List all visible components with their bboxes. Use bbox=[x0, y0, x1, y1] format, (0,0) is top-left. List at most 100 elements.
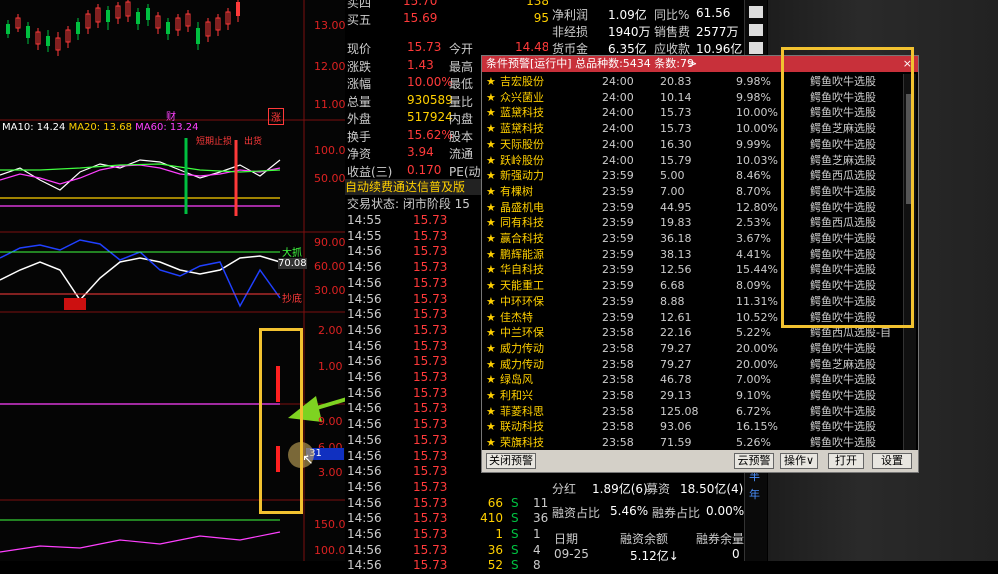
finance-row: 净利润 1.09亿 同比% 61.56 bbox=[548, 6, 744, 22]
alert-price: 12.61 bbox=[660, 310, 692, 324]
alert-stock-name: 威力传动 bbox=[500, 341, 544, 355]
alert-time: 23:59 bbox=[602, 232, 634, 245]
alert-time: 23:59 bbox=[602, 279, 634, 293]
quote-stat-row: 现价 15.73 今开 14.48 bbox=[345, 40, 555, 56]
tick-price: 15.73 bbox=[413, 432, 448, 447]
stat-label-2: 最高 bbox=[449, 59, 474, 74]
order-label: 买四 bbox=[347, 0, 372, 10]
tick-price: 15.73 bbox=[413, 275, 448, 290]
alert-change: 8.46% bbox=[736, 169, 771, 183]
alert-change: 9.98% bbox=[736, 90, 771, 104]
tick-row: 14:56 15.73 410 S 36 bbox=[345, 511, 555, 527]
alert-stock-name: 中环环保 bbox=[500, 294, 544, 308]
margin-table-row: 09-25 5.12亿↓ 0 bbox=[554, 547, 744, 563]
tick-count: 36 bbox=[533, 511, 549, 526]
tick-time: 14:56 bbox=[347, 260, 382, 275]
finance-value: 1.89亿(6) bbox=[592, 482, 648, 496]
toolbar-icon[interactable] bbox=[749, 42, 763, 54]
side-label-year[interactable]: 年 bbox=[749, 486, 760, 502]
finance-value: 1.09亿 bbox=[608, 8, 647, 22]
alert-stock-name: 菲菱科思 bbox=[500, 404, 544, 418]
star-icon: ★ bbox=[486, 279, 496, 293]
stat-label: 换手 bbox=[347, 129, 372, 144]
tick-time: 14:56 bbox=[347, 479, 382, 494]
tick-volume: 36 bbox=[487, 542, 503, 557]
tick-count: 11 bbox=[533, 495, 549, 510]
stat-label-2: 最低 bbox=[449, 77, 474, 91]
alert-price: 93.06 bbox=[660, 420, 692, 434]
alert-time: 24:00 bbox=[602, 122, 634, 136]
alert-stock-name: 新强动力 bbox=[500, 169, 544, 183]
alert-price: 22.16 bbox=[660, 326, 692, 340]
alert-change: 20.00% bbox=[736, 357, 778, 371]
star-icon: ★ bbox=[486, 341, 496, 355]
margin-col-date: 日期 bbox=[554, 532, 579, 546]
alert-price: 8.88 bbox=[660, 294, 685, 308]
toolbar-icon[interactable] bbox=[749, 24, 763, 36]
alert-row[interactable]: ★ 威力传动 23:58 79.27 20.00% 鳄鱼芝麻选股 bbox=[484, 357, 902, 373]
title-arrow-icon[interactable]: > bbox=[688, 56, 697, 72]
toolbar-icon[interactable] bbox=[749, 6, 763, 18]
alert-change: 12.80% bbox=[736, 200, 778, 214]
ind5-label: 150.0 bbox=[314, 518, 346, 531]
star-icon: ★ bbox=[486, 310, 496, 324]
stat-label: 涨跌 bbox=[347, 59, 372, 74]
alert-change: 11.31% bbox=[736, 294, 778, 308]
operate-button[interactable]: 操作∨ bbox=[780, 453, 818, 469]
star-icon: ★ bbox=[486, 389, 496, 402]
open-button[interactable]: 打开 bbox=[828, 453, 864, 469]
alert-stock-name: 威力传动 bbox=[500, 357, 544, 371]
alert-row[interactable]: ★ 联动科技 23:58 93.06 16.15% 鳄鱼吹牛选股 bbox=[484, 419, 902, 435]
alert-time: 24:00 bbox=[602, 106, 634, 120]
cloud-alert-button[interactable]: 云预警 bbox=[734, 453, 774, 469]
tick-price: 15.73 bbox=[413, 495, 448, 510]
indicator1-lines bbox=[0, 138, 281, 216]
alert-price: 29.13 bbox=[660, 389, 692, 402]
alert-price: 12.56 bbox=[660, 263, 692, 277]
star-icon: ★ bbox=[486, 263, 496, 277]
tick-volume: 52 bbox=[487, 558, 503, 573]
finance-value-2: 2577万 bbox=[696, 25, 739, 39]
tick-time: 14:56 bbox=[347, 558, 382, 573]
alert-stock-name: 赢合科技 bbox=[500, 232, 544, 245]
close-alert-button[interactable]: 关闭预警 bbox=[486, 453, 536, 469]
alert-row[interactable]: ★ 荣旗科技 23:58 71.59 5.26% 鳄鱼吹牛选股 bbox=[484, 435, 902, 451]
tick-time: 14:56 bbox=[347, 244, 382, 259]
alert-row[interactable]: ★ 利和兴 23:58 29.13 9.10% 鳄鱼吹牛选股 bbox=[484, 388, 902, 404]
alert-row[interactable]: ★ 绿岛风 23:58 46.78 7.00% 鳄鱼吹牛选股 bbox=[484, 372, 902, 388]
alert-row[interactable]: ★ 威力传动 23:58 79.27 20.00% 鳄鱼吹牛选股 bbox=[484, 341, 902, 357]
tick-time: 14:55 bbox=[347, 228, 382, 243]
highlight-box-signal bbox=[259, 328, 303, 514]
indicator2-lines bbox=[0, 239, 281, 310]
stat-value: 10.00% bbox=[407, 75, 453, 89]
settings-button[interactable]: 设置 bbox=[872, 453, 912, 469]
alert-stock-name: 天际股份 bbox=[500, 137, 544, 151]
alert-time: 23:58 bbox=[602, 373, 634, 387]
alert-time: 23:59 bbox=[602, 200, 634, 214]
tick-count: 8 bbox=[533, 558, 541, 573]
tick-price: 15.73 bbox=[413, 291, 448, 306]
highlight-box-formula bbox=[781, 47, 914, 328]
alert-change: 2.53% bbox=[736, 216, 771, 230]
alert-time: 24:00 bbox=[602, 137, 634, 151]
chart-area[interactable]: 13.00 12.00 11.00 财 涨 MA10: 14.24 MA20: … bbox=[0, 0, 346, 561]
finance-value-2: 61.56 bbox=[696, 6, 731, 20]
ind2-bottom-annotation: 抄底 bbox=[282, 294, 302, 305]
alert-change: 10.52% bbox=[736, 310, 778, 324]
order-volume: 138 bbox=[526, 0, 549, 8]
alert-time: 23:59 bbox=[602, 169, 634, 183]
alert-time: 23:59 bbox=[602, 310, 634, 324]
tick-price: 15.73 bbox=[413, 542, 448, 557]
alert-price: 38.13 bbox=[660, 247, 692, 261]
star-icon: ★ bbox=[486, 247, 496, 261]
star-icon: ★ bbox=[486, 137, 496, 151]
tick-row: 14:56 15.73 bbox=[345, 480, 555, 496]
tick-flag: S bbox=[511, 558, 519, 573]
alert-formula: 鳄鱼吹牛选股 bbox=[810, 404, 876, 418]
alert-time: 23:59 bbox=[602, 294, 634, 308]
alert-change: 9.10% bbox=[736, 389, 771, 402]
tick-time: 14:55 bbox=[347, 213, 382, 227]
alert-time: 23:58 bbox=[602, 357, 634, 371]
finance-label-2: 同比% bbox=[654, 8, 690, 22]
alert-row[interactable]: ★ 菲菱科思 23:58 125.08 6.72% 鳄鱼吹牛选股 bbox=[484, 404, 902, 420]
